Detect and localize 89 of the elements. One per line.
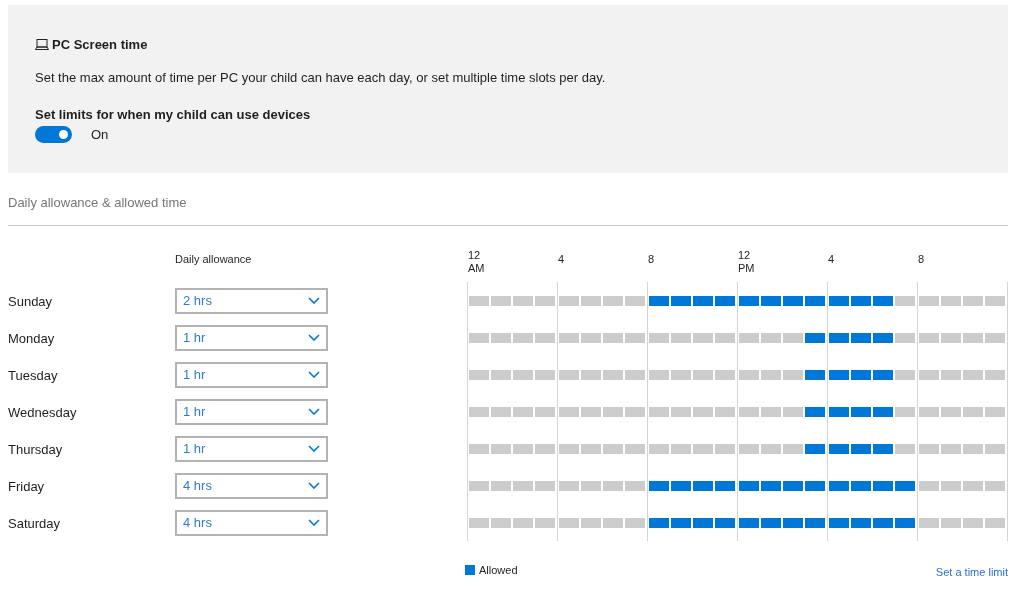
time-label: 4 [558,253,565,266]
hour-slot[interactable] [693,517,713,528]
hour-slot[interactable] [873,295,893,306]
allowance-dropdown[interactable]: 2 hrs [175,287,328,314]
hour-slot[interactable] [783,517,803,528]
hour-slot[interactable] [851,443,871,454]
laptop-icon [35,38,49,50]
hour-slot[interactable] [805,406,825,417]
hour-slot[interactable] [805,295,825,306]
section-heading: Daily allowance & allowed time [8,194,188,211]
hour-slot[interactable] [671,480,691,491]
hour-slot[interactable] [895,480,915,491]
hour-slot[interactable] [805,517,825,528]
hour-slot[interactable] [805,369,825,380]
chevron-down-icon [308,297,320,304]
hour-slot[interactable] [805,480,825,491]
allowance-dropdown[interactable]: 4 hrs [175,509,328,536]
legend-swatch-icon [465,565,475,575]
time-label: 12 AM [468,249,485,275]
hour-slot[interactable] [783,295,803,306]
hour-slot[interactable] [851,295,871,306]
hour-slot[interactable] [649,295,669,306]
hour-slot[interactable] [739,517,759,528]
toggle-switch[interactable] [35,126,72,143]
allowance-dropdown[interactable]: 1 hr [175,324,328,351]
hour-slot[interactable] [829,332,849,343]
chevron-down-icon [308,445,320,452]
toggle-state-label: On [91,127,109,142]
hour-slot[interactable] [649,480,669,491]
hour-slot[interactable] [829,406,849,417]
chevron-down-icon [308,408,320,415]
hour-slot[interactable] [851,369,871,380]
column-header: Daily allowance [175,253,252,265]
hour-slot[interactable] [715,517,735,528]
hour-slot[interactable] [761,295,781,306]
hour-slot[interactable] [805,443,825,454]
day-label: Wednesday [8,404,78,420]
time-label: 12 PM [738,249,755,275]
hour-slot[interactable] [715,295,735,306]
hour-slot[interactable] [829,443,849,454]
hour-slot[interactable] [693,295,713,306]
time-limit-link[interactable]: Set a time limit [935,562,1008,578]
hour-slot[interactable] [873,480,893,491]
limit-label: Set limits for when my child can use devices [35,106,312,124]
time-label: 4 [828,253,835,266]
hour-slot[interactable] [783,480,803,491]
hour-slot[interactable] [873,369,893,380]
hour-slot[interactable] [829,480,849,491]
hour-slot[interactable] [649,517,669,528]
time-label: 8 [918,253,925,266]
day-label: Sunday [8,293,54,309]
hour-slot[interactable] [873,443,893,454]
hour-slot[interactable] [693,480,713,491]
allowance-dropdown[interactable]: 4 hrs [175,472,328,499]
hour-slot[interactable] [715,480,735,491]
day-label: Friday [8,478,46,494]
panel-title: PC Screen time [52,36,148,52]
legend-label: Allowed [479,564,518,576]
allowance-dropdown[interactable]: 1 hr [175,361,328,388]
hour-slot[interactable] [671,295,691,306]
time-label: 8 [648,253,655,266]
hour-slot[interactable] [851,332,871,343]
hour-slot[interactable] [873,406,893,417]
day-label: Thursday [8,441,64,457]
hour-slot[interactable] [873,517,893,528]
day-label: Saturday [8,515,62,531]
allowance-dropdown[interactable]: 1 hr [175,398,328,425]
hour-slot[interactable] [739,480,759,491]
chevron-down-icon [308,371,320,378]
chevron-down-icon [308,482,320,489]
allowance-dropdown[interactable]: 1 hr [175,435,328,462]
hour-slot[interactable] [851,406,871,417]
description-text: Set the max amount of time per PC your child can have each day, or set multiple time slots per day. [35,69,607,87]
hour-slot[interactable] [671,517,691,528]
hour-slot[interactable] [829,369,849,380]
chevron-down-icon [308,334,320,341]
day-label: Monday [8,330,56,346]
chevron-down-icon [308,519,320,526]
hour-slot[interactable] [761,517,781,528]
hour-slot[interactable] [873,332,893,343]
hour-slot[interactable] [851,480,871,491]
hour-slot[interactable] [739,295,759,306]
hour-slot[interactable] [761,480,781,491]
hour-slot[interactable] [829,295,849,306]
hour-slot[interactable] [829,517,849,528]
hour-slot[interactable] [895,517,915,528]
day-label: Tuesday [8,367,59,383]
hour-slot[interactable] [805,332,825,343]
hour-slot[interactable] [851,517,871,528]
